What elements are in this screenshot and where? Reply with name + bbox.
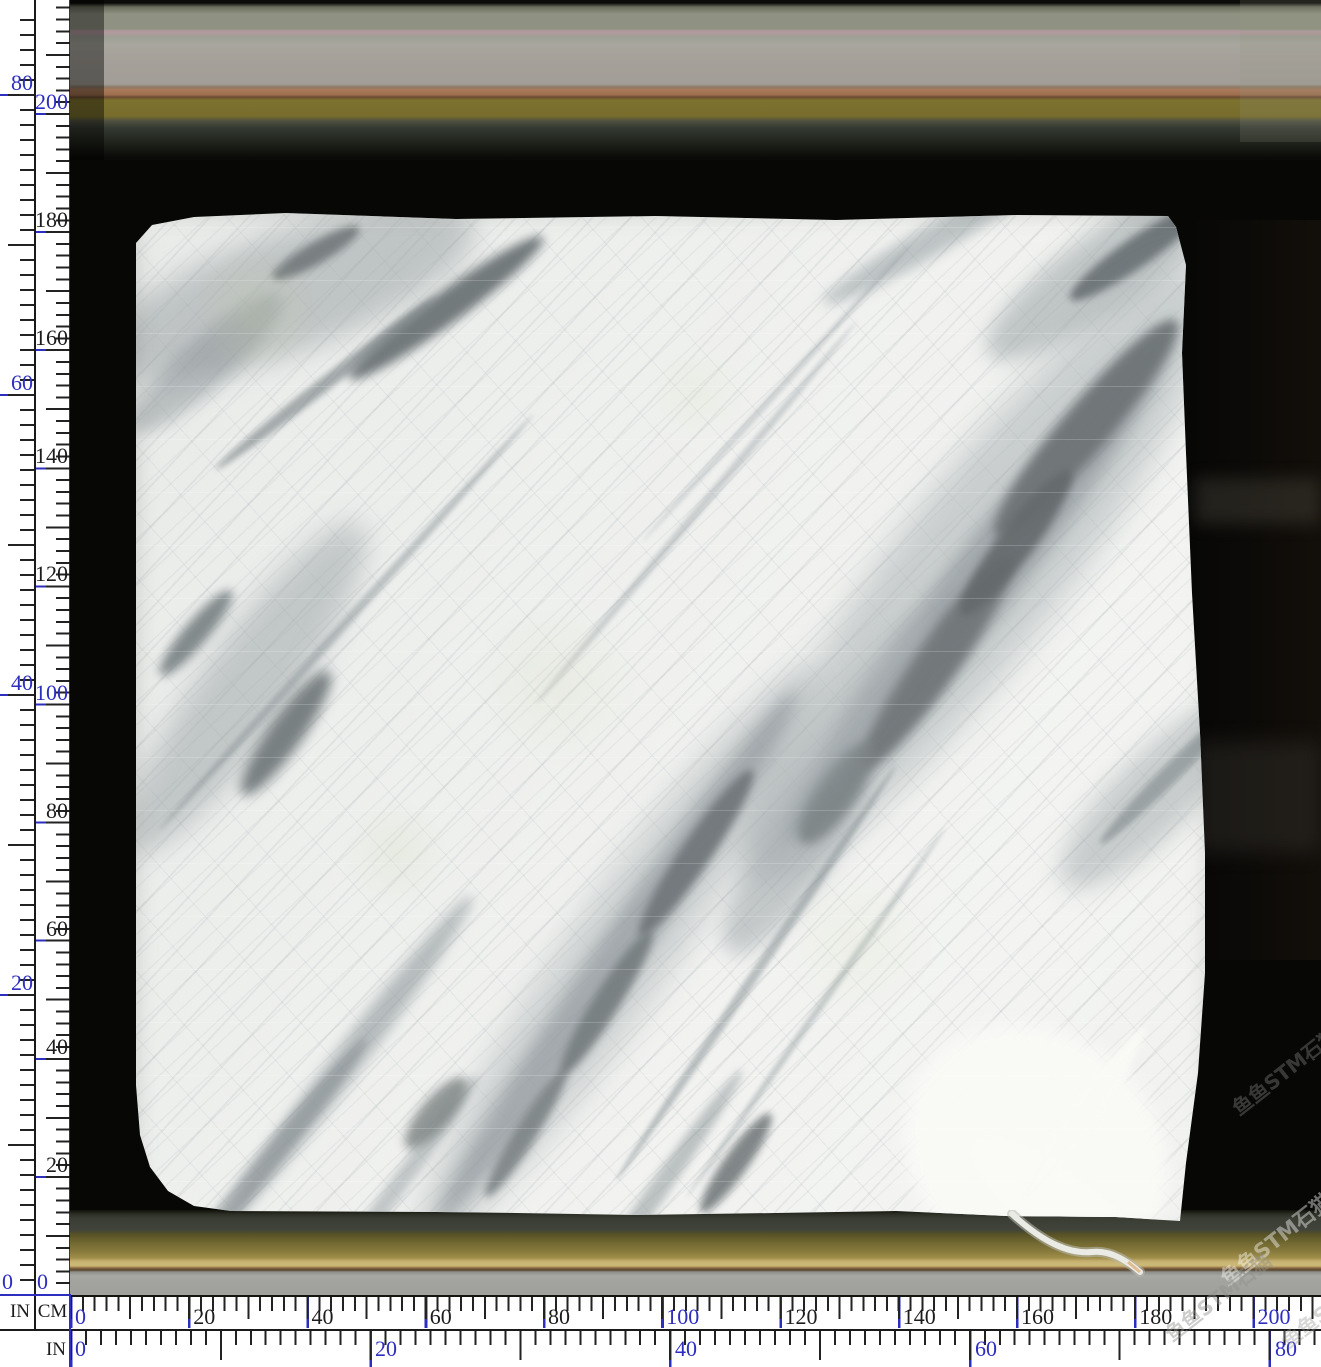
inch-ruler-vertical-label: 80 <box>11 72 33 94</box>
cm-ruler-vertical-label: 100 <box>35 682 68 704</box>
cm-ruler-horizontal-label: 180 <box>1139 1306 1172 1328</box>
cm-ruler-horizontal-label: 160 <box>1021 1306 1054 1328</box>
cm-ruler-horizontal-label: 20 <box>193 1306 215 1328</box>
cm-ruler-vertical-major-ticks <box>46 6 70 1296</box>
inch-ruler-vertical-major-ticks <box>8 6 35 1296</box>
cm-ruler-vertical-label: 0 <box>37 1271 48 1293</box>
scanner-band-top <box>70 0 1321 160</box>
inch-ruler-vertical-label: 40 <box>11 672 33 694</box>
inch-ruler-horizontal-label: 80 <box>1275 1338 1297 1360</box>
inch-ruler-horizontal-label: 0 <box>75 1338 86 1360</box>
slab-string <box>1000 1210 1170 1285</box>
slab-scan-image <box>70 0 1321 1296</box>
right-margin-streak <box>1195 742 1321 852</box>
cm-ruler-horizontal-label: 100 <box>666 1306 699 1328</box>
cm-ruler-horizontal-label: 120 <box>785 1306 818 1328</box>
unit-label-inch-column: IN <box>6 1302 34 1321</box>
cm-ruler-horizontal-label: 80 <box>548 1306 570 1328</box>
scanner-band-top-dark-edge <box>70 0 104 160</box>
marble-slab <box>136 213 1208 1235</box>
inch-ruler-horizontal-label: 20 <box>375 1338 397 1360</box>
ruler-column-divider <box>34 0 36 1330</box>
cm-ruler-vertical-label: 40 <box>46 1036 68 1058</box>
cm-ruler-horizontal-label: 200 <box>1258 1306 1291 1328</box>
cm-ruler-vertical-label: 20 <box>46 1154 68 1176</box>
cm-ruler-horizontal-label: 0 <box>75 1306 86 1328</box>
cm-ruler-vertical-label: 160 <box>35 327 68 349</box>
right-margin-streak <box>1195 478 1321 524</box>
inch-ruler-vertical-label: 0 <box>2 1271 13 1293</box>
scanner-band-top-light-patch <box>1240 0 1321 142</box>
image-bottom-edge <box>70 1295 1321 1297</box>
inch-ruler-vertical-label: 60 <box>11 372 33 394</box>
cm-ruler-vertical-label: 180 <box>35 209 68 231</box>
slab-scanner-screen: 鱼鱼STM石猫 鱼鱼STM石猫 鱼鱼STM石猫 鱼鱼STM石猫 IN CM IN <box>0 0 1321 1367</box>
cm-ruler-vertical-label: 80 <box>46 800 68 822</box>
cm-ruler-horizontal-label: 40 <box>312 1306 334 1328</box>
ruler-zero-line-vertical <box>69 1294 72 1367</box>
cm-ruler-vertical-label: 140 <box>35 445 68 467</box>
cm-ruler-horizontal-label: 60 <box>430 1306 452 1328</box>
cm-ruler-vertical-label: 120 <box>35 563 68 585</box>
unit-label-inch-row: IN <box>35 1340 66 1359</box>
cm-ruler-vertical-label: 60 <box>46 918 68 940</box>
ruler-image-divider <box>69 0 71 1294</box>
inch-ruler-horizontal-label: 40 <box>675 1338 697 1360</box>
inch-ruler-vertical-label: 20 <box>11 972 33 994</box>
cm-ruler-horizontal-label: 140 <box>903 1306 936 1328</box>
unit-label-cm-column: CM <box>37 1302 68 1321</box>
cm-ruler-vertical-label: 200 <box>35 91 68 113</box>
marble-edge-shade <box>136 213 1208 1235</box>
inch-ruler-horizontal-label: 60 <box>975 1338 997 1360</box>
